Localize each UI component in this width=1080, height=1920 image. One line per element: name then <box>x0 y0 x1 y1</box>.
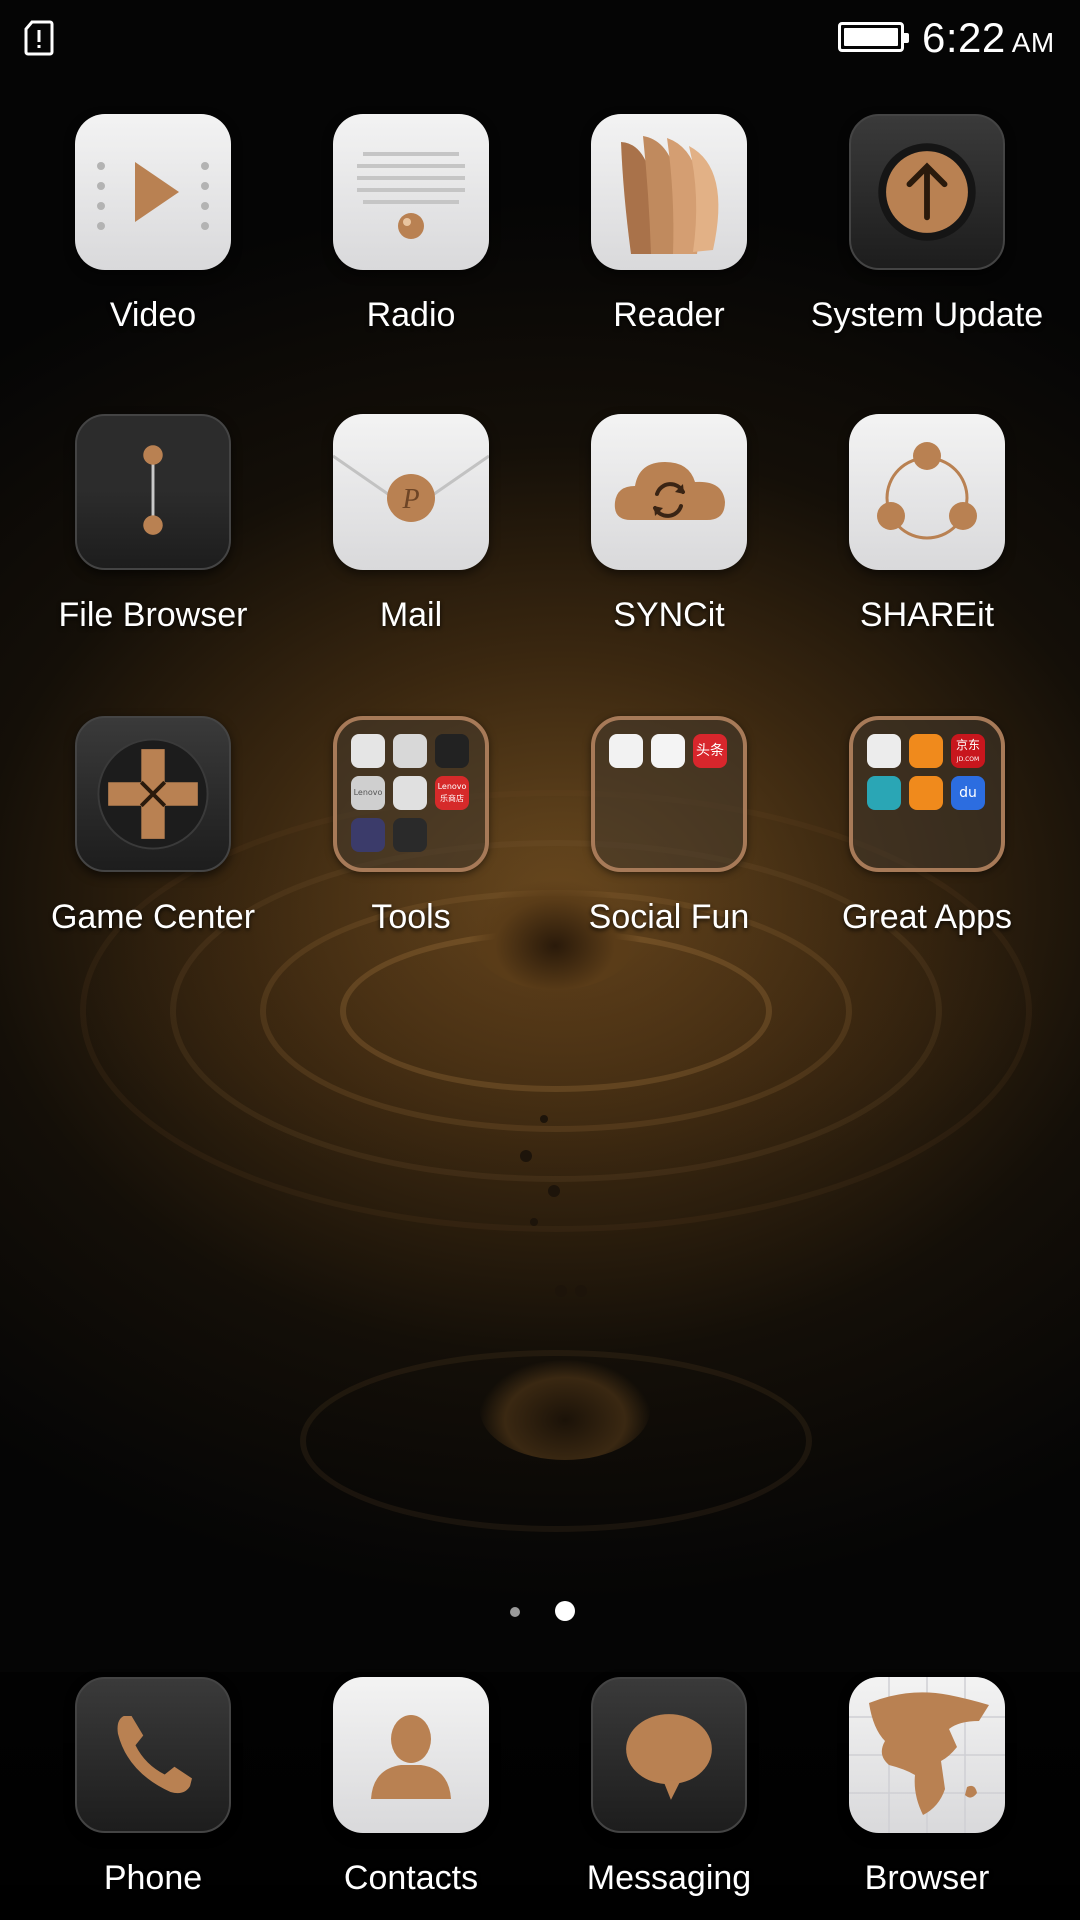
dock-app-contacts[interactable]: Contacts <box>282 1677 540 1898</box>
status-clock: 6:22 AM <box>922 14 1055 62</box>
update-arrow-icon <box>849 114 1005 270</box>
app-label: File Browser <box>58 596 248 634</box>
status-bar: 6:22 AM <box>0 0 1080 80</box>
app-label: System Update <box>810 296 1044 334</box>
social-folder-icon: 头条 <box>591 716 747 872</box>
sim-alert-icon <box>24 20 54 56</box>
mini-orange-app-icon <box>909 734 943 768</box>
battery-full-icon <box>838 22 909 52</box>
dock-app-phone[interactable]: Phone <box>24 1677 282 1898</box>
mini-tool-icon <box>393 776 427 810</box>
folder-label: Social Fun <box>588 898 750 936</box>
folder-great-apps[interactable]: 京东 JD.COM du Great Apps <box>798 716 1056 937</box>
mini-jd-icon: 京东 JD.COM <box>951 734 985 768</box>
mini-compass-icon <box>435 734 469 768</box>
mini-lenovo-store-brand: Lenovo <box>437 782 467 791</box>
app-game-center[interactable]: Game Center <box>24 716 282 937</box>
app-label: SHAREit <box>859 596 995 634</box>
folder-label: Tools <box>371 898 451 936</box>
dock-app-browser[interactable]: Browser <box>798 1677 1056 1898</box>
mini-qq-icon <box>609 734 643 768</box>
app-video[interactable]: Video <box>24 114 282 335</box>
gamepad-icon <box>75 716 231 872</box>
mini-jd-name: 京东 <box>955 738 980 752</box>
share-nodes-icon <box>849 414 1005 570</box>
app-mail[interactable]: P Mail <box>282 414 540 635</box>
radio-speaker-icon <box>333 114 489 270</box>
mini-toutiao-icon: 头条 <box>693 734 727 768</box>
mini-uc-browser-icon <box>909 776 943 810</box>
mini-clock-icon <box>351 734 385 768</box>
app-label: Contacts <box>343 1859 479 1897</box>
mini-waveform-icon <box>351 818 385 852</box>
svg-text:P: P <box>401 484 419 515</box>
app-label: Game Center <box>50 898 256 936</box>
mini-lenovo-label: Lenovo <box>351 776 385 810</box>
app-reader[interactable]: Reader <box>540 114 798 335</box>
folder-label: Great Apps <box>841 898 1013 936</box>
reader-pages-icon <box>591 114 747 270</box>
page-dot-1[interactable] <box>510 1607 520 1617</box>
app-system-update[interactable]: System Update <box>798 114 1056 335</box>
app-syncit[interactable]: SYNCit <box>540 414 798 635</box>
app-label: Video <box>109 296 197 334</box>
mail-envelope-icon: P <box>333 414 489 570</box>
tools-folder-icon: Lenovo Lenovo 乐商店 <box>333 716 489 872</box>
clock-ampm: AM <box>1011 27 1055 58</box>
app-label: SYNCit <box>613 596 725 634</box>
mini-camel-icon <box>867 776 901 810</box>
app-file-browser[interactable]: File Browser <box>24 414 282 635</box>
app-label: Reader <box>613 296 725 334</box>
app-label: Phone <box>103 1859 203 1897</box>
app-shareit[interactable]: SHAREit <box>798 414 1056 635</box>
mini-jd-domain: JD.COM <box>956 756 980 763</box>
file-browser-icon <box>75 414 231 570</box>
sync-cloud-icon <box>591 414 747 570</box>
mini-lenovo-store-icon: Lenovo 乐商店 <box>435 776 469 810</box>
mini-recorder-icon <box>393 818 427 852</box>
mini-weibo-icon <box>651 734 685 768</box>
folder-tools[interactable]: Lenovo Lenovo 乐商店 Tools <box>282 716 540 937</box>
mini-baidu-icon: du <box>951 776 985 810</box>
contacts-icon <box>333 1677 489 1833</box>
mini-calculator-icon <box>393 734 427 768</box>
dock-app-messaging[interactable]: Messaging <box>540 1677 798 1898</box>
browser-globe-icon <box>849 1677 1005 1833</box>
clock-time: 6:22 <box>922 14 1006 61</box>
app-label: Mail <box>379 596 443 634</box>
folder-social-fun[interactable]: 头条 Social Fun <box>540 716 798 937</box>
mini-telegram-icon <box>867 734 901 768</box>
app-label: Browser <box>864 1859 990 1897</box>
app-label: Radio <box>366 296 456 334</box>
great-apps-folder-icon: 京东 JD.COM du <box>849 716 1005 872</box>
messaging-icon <box>591 1677 747 1833</box>
video-play-icon <box>75 114 231 270</box>
app-radio[interactable]: Radio <box>282 114 540 335</box>
phone-icon <box>75 1677 231 1833</box>
page-dot-2-active[interactable] <box>555 1601 575 1621</box>
app-label: Messaging <box>586 1859 752 1897</box>
mini-lenovo-store-label: 乐商店 <box>440 794 464 803</box>
